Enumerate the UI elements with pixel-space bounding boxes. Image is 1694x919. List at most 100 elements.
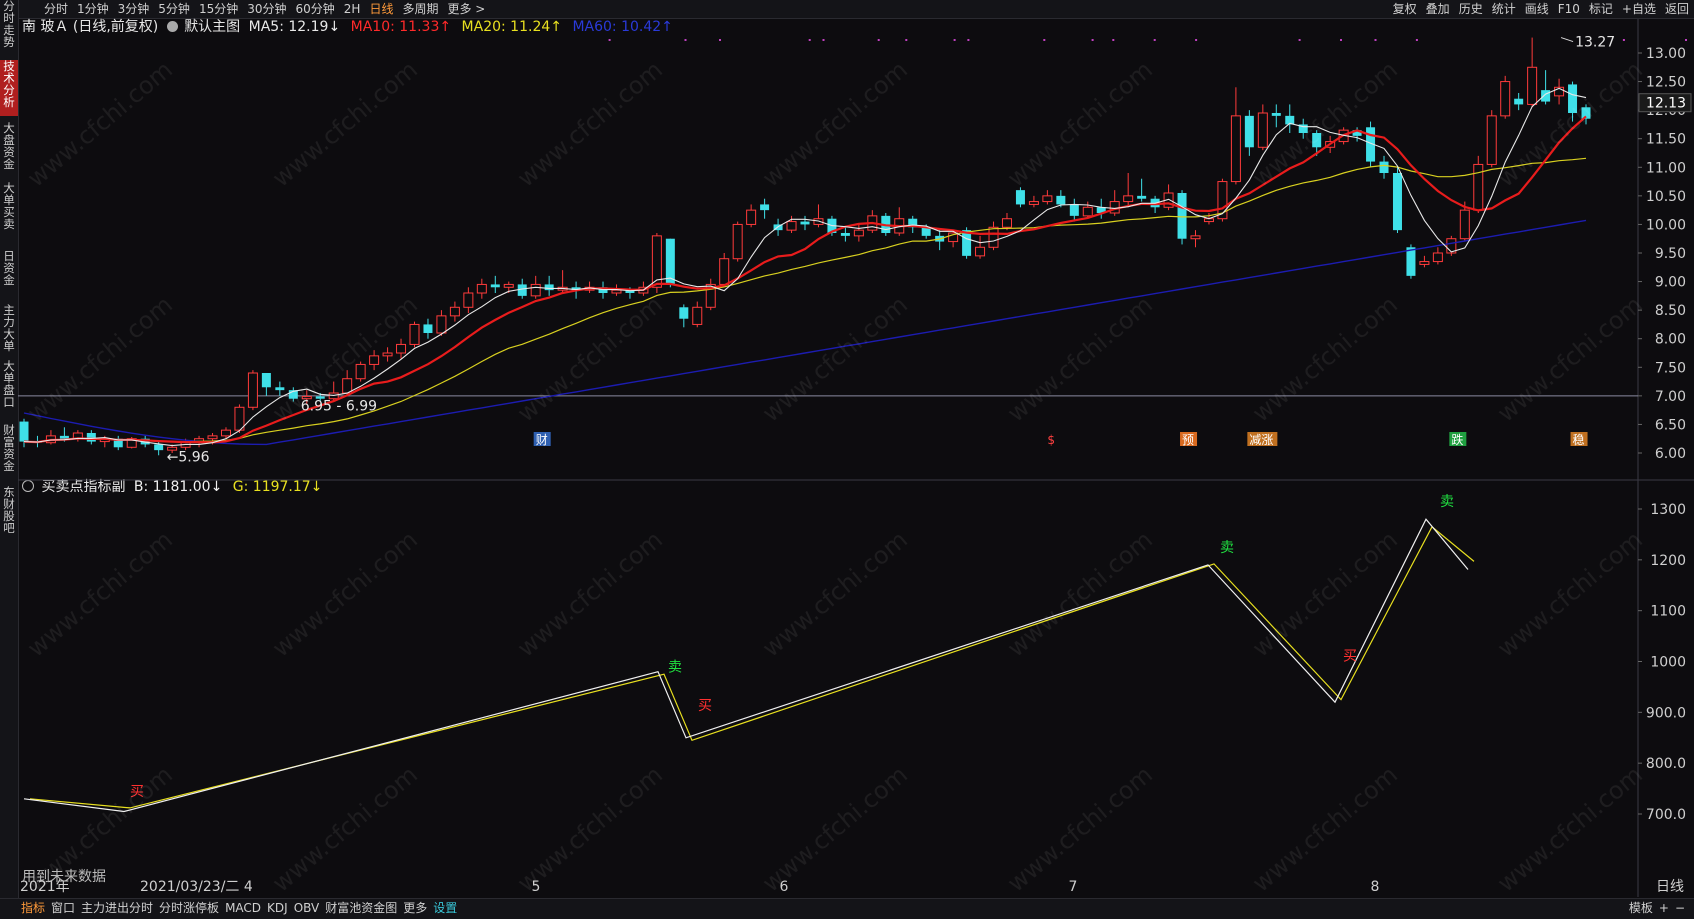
candle-body (800, 221, 810, 225)
period-tab-6[interactable]: 60分钟 (292, 0, 340, 18)
bottom-right-1[interactable]: + (1656, 899, 1672, 918)
period-tab-3[interactable]: 5分钟 (154, 0, 195, 18)
sidebar-tab-0[interactable]: 分时走势 (0, 0, 18, 56)
tool-3[interactable]: 统计 (1488, 0, 1521, 18)
candle-body (530, 283, 541, 297)
candle-body (1271, 113, 1281, 116)
high-label: 13.27 (1575, 35, 1615, 51)
bottom-tab-0[interactable]: 指标 (18, 899, 48, 918)
period-tab-0[interactable]: 分时 (40, 0, 73, 18)
candle-body (853, 229, 864, 237)
period-tab-7[interactable]: 2H (340, 0, 366, 18)
tool-0[interactable]: 复权 (1389, 0, 1422, 18)
tool-8[interactable]: 返回 (1661, 0, 1694, 18)
bottom-right-0[interactable]: 模板 (1626, 899, 1656, 918)
bottom-tab-1[interactable]: 窗口 (48, 899, 78, 918)
signal-dot (1622, 39, 1625, 41)
bottom-tab-9[interactable]: 设置 (430, 899, 460, 918)
event-marker: 预 (1182, 433, 1194, 447)
bottom-tab-3[interactable]: 分时涨停板 (156, 899, 222, 918)
tool-1[interactable]: 叠加 (1422, 0, 1455, 18)
bottom-tab-5[interactable]: KDJ (264, 899, 291, 918)
candle-body (1069, 204, 1079, 216)
ma60-line (23, 219, 1587, 446)
bottom-tab-7[interactable]: 财富池资金图 (322, 899, 400, 918)
signal-dot (1091, 39, 1094, 41)
candle-body (207, 435, 218, 440)
signal-buy: 买 (1343, 648, 1357, 664)
sidebar-tab-1[interactable]: 技术分析 (0, 60, 18, 116)
price-tick-label: 13.00 (1646, 46, 1686, 62)
sidebar-tab-8[interactable]: 东财股吧 (0, 486, 18, 544)
signal-dot (905, 39, 908, 41)
price-tick-label: 10.00 (1646, 217, 1686, 233)
bottom-tab-8[interactable]: 更多 (400, 899, 430, 918)
sidebar-tab-7[interactable]: 财富资金 (0, 424, 18, 478)
sidebar-tab-2[interactable]: 大盘资金 (0, 122, 18, 176)
x-axis-label: 2021/03/23/二 4 (140, 879, 253, 895)
sidebar-tab-4[interactable]: 日资金 (0, 250, 18, 298)
candle-body (19, 421, 29, 442)
event-marker: $ (1047, 433, 1055, 447)
sub-g-line (29, 525, 1475, 809)
bottom-right-2[interactable]: − (1672, 899, 1688, 918)
sub-tick-label: 1200 (1650, 553, 1686, 569)
candle-body (786, 221, 797, 231)
period-tab-8[interactable]: 日线 (365, 0, 398, 18)
tool-7[interactable]: +自选 (1618, 0, 1661, 18)
price-tick-label: 12.50 (1646, 75, 1686, 91)
sidebar-tab-3[interactable]: 大单买卖 (0, 182, 18, 240)
chart-area[interactable]: 13.0012.5012.0011.5011.0010.5010.009.509… (18, 19, 1694, 898)
bottom-tab-6[interactable]: OBV (291, 899, 323, 918)
period-tab-5[interactable]: 30分钟 (243, 0, 291, 18)
candle-body (732, 223, 743, 260)
signal-dot (608, 39, 611, 41)
sub-tick-label: 900.0 (1646, 705, 1686, 721)
period-tab-9[interactable]: 多周期 (398, 0, 443, 18)
bottom-tab-4[interactable]: MACD (222, 899, 264, 918)
sub-tick-label: 700.0 (1646, 807, 1686, 823)
candle-body (1257, 112, 1268, 148)
period-tab-10[interactable]: 更多 > (443, 0, 490, 18)
range-label: 6.95 - 6.99 (301, 398, 377, 414)
candle-body (490, 284, 500, 288)
candle-body (719, 258, 730, 285)
event-marker: 财 (536, 433, 548, 447)
tool-5[interactable]: F10 (1554, 0, 1585, 18)
candle-body (261, 373, 271, 388)
candle-body (382, 352, 393, 357)
signal-dot (1298, 39, 1301, 41)
left-sidebar: 分时走势技术分析大盘资金大单买卖日资金主力大单大单盘口财富资金东财股吧 (0, 0, 19, 918)
sidebar-tab-5[interactable]: 主力大单 (0, 304, 18, 354)
candle-body (369, 355, 380, 365)
candle-body (1514, 98, 1524, 105)
candle-body (1406, 247, 1416, 276)
candle-body (1042, 195, 1053, 203)
signal-buy: 买 (130, 784, 144, 800)
period-tab-1[interactable]: 1分钟 (73, 0, 114, 18)
price-tick-label: 11.00 (1646, 160, 1686, 176)
candle-body (1473, 163, 1484, 211)
sidebar-tab-6[interactable]: 大单盘口 (0, 360, 18, 416)
current-price-label: 12.13 (1646, 96, 1686, 112)
tool-6[interactable]: 标记 (1585, 0, 1618, 18)
candle-body (503, 283, 514, 288)
candle-body (1015, 190, 1025, 205)
bottom-tab-2[interactable]: 主力进出分时 (78, 899, 156, 918)
signal-dot (719, 39, 721, 41)
tool-2[interactable]: 历史 (1455, 0, 1488, 18)
ma10-line (23, 115, 1587, 444)
low-label: ←5.96 (167, 449, 210, 465)
candle-body (1527, 66, 1538, 105)
candle-body (746, 209, 757, 225)
tool-4[interactable]: 画线 (1521, 0, 1554, 18)
period-tab-4[interactable]: 15分钟 (195, 0, 243, 18)
candle-body (1419, 261, 1430, 265)
candle-body (1190, 235, 1201, 240)
candle-body (247, 372, 258, 408)
x-axis-label: 7 (1069, 879, 1078, 895)
candle-body (154, 444, 164, 451)
price-tick-label: 9.00 (1655, 275, 1686, 291)
period-tab-2[interactable]: 3分钟 (114, 0, 155, 18)
candle-body (86, 433, 96, 442)
